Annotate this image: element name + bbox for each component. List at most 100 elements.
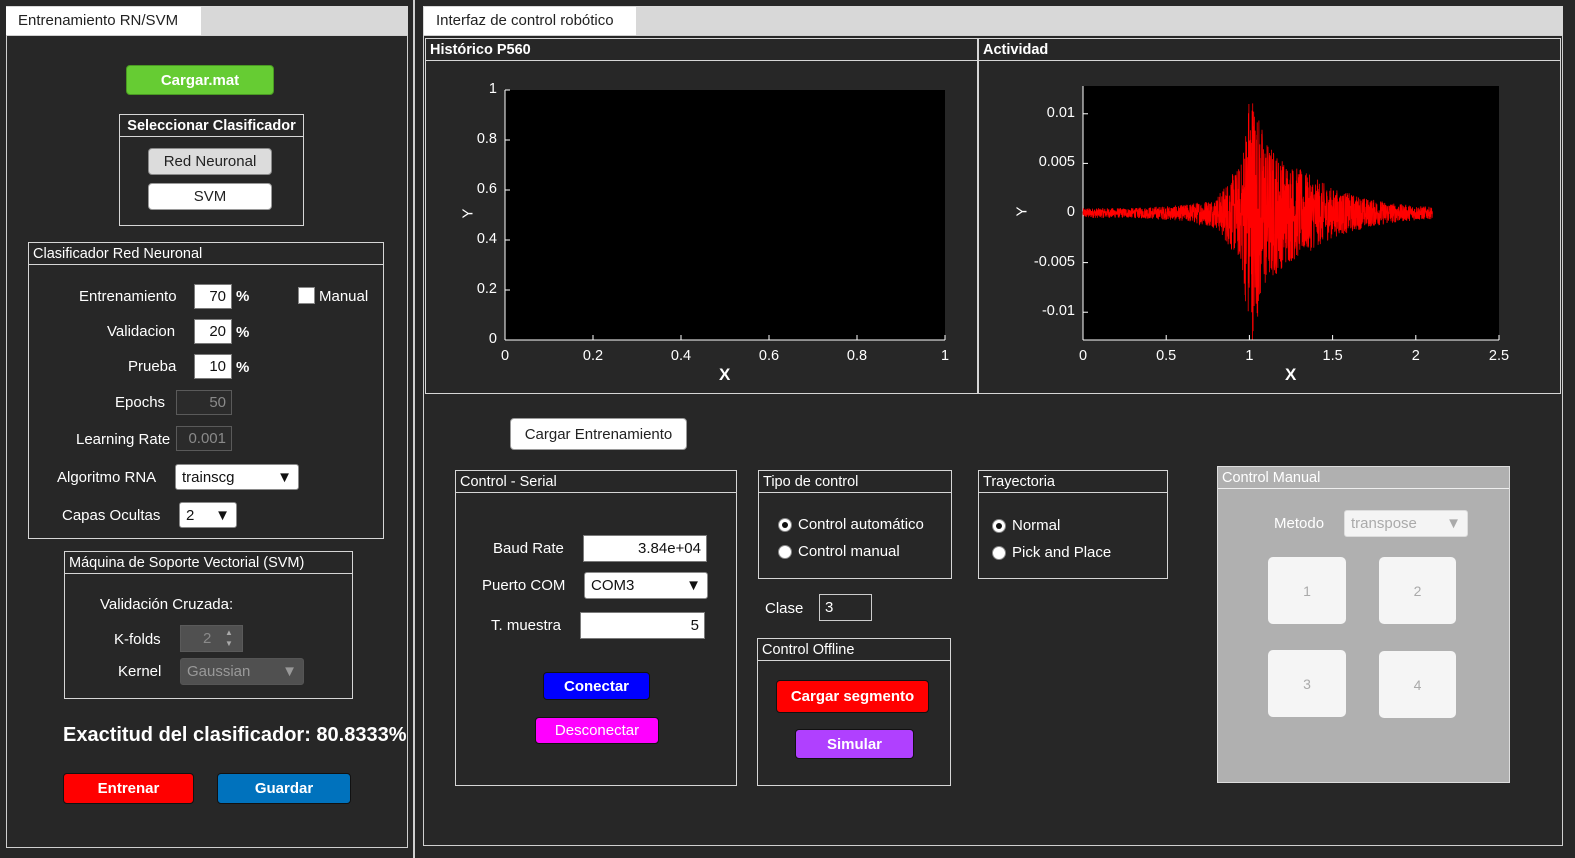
test-label: Prueba bbox=[128, 358, 177, 375]
method-value: transpose bbox=[1351, 515, 1417, 532]
radio-button[interactable] bbox=[778, 544, 792, 559]
com-port-label: Puerto COM bbox=[482, 577, 566, 594]
hidden-layers-value: 2 bbox=[186, 506, 195, 524]
radio-button-selected[interactable] bbox=[778, 517, 792, 532]
chart1-ylabel: Y bbox=[459, 208, 477, 219]
sample-time-label: T. muestra bbox=[491, 617, 562, 634]
chart2-ytick-label: 0.01 bbox=[1046, 104, 1075, 121]
chart1-ytick-label: 0.4 bbox=[476, 231, 497, 247]
chart2-xlabel: X bbox=[1285, 365, 1297, 384]
method-dropdown[interactable]: transpose ▼ bbox=[1344, 510, 1468, 537]
sample-time-input[interactable]: 5 bbox=[580, 612, 705, 639]
chart1-xtick-label: 0.8 bbox=[846, 348, 868, 364]
serial-title: Control - Serial bbox=[456, 471, 736, 493]
load-training-button[interactable]: Cargar Entrenamiento bbox=[510, 418, 687, 450]
chart2-ylabel: Y bbox=[1013, 206, 1031, 217]
radio-manual-label: Control manual bbox=[798, 543, 900, 560]
neural-network-button[interactable]: Red Neuronal bbox=[148, 148, 272, 175]
kfolds-value: 2 bbox=[203, 630, 212, 647]
validation-percent: % bbox=[236, 324, 250, 341]
chart1-ytick-label: 0.8 bbox=[476, 131, 497, 147]
manual-button-2[interactable]: 2 bbox=[1379, 557, 1456, 624]
accuracy-text: Exactitud del clasificador: 80.8333% bbox=[63, 724, 407, 746]
class-label: Clase bbox=[765, 600, 804, 617]
trajectory-title: Trayectoria bbox=[979, 471, 1167, 493]
chart1-xtick-label: 0.6 bbox=[758, 348, 780, 364]
baud-rate-input[interactable]: 3.84e+04 bbox=[583, 535, 707, 562]
kfolds-spinner[interactable]: 2 bbox=[180, 625, 243, 652]
radio-normal-label: Normal bbox=[1012, 517, 1061, 534]
com-port-dropdown[interactable]: COM3 ▼ bbox=[584, 572, 708, 599]
radio-auto-label: Control automático bbox=[798, 516, 924, 533]
validation-input[interactable]: 20 bbox=[194, 319, 232, 344]
chart1-xtick-label: 1 bbox=[941, 348, 950, 364]
test-percent: % bbox=[236, 359, 250, 376]
chart2-ytick-label: 0.005 bbox=[1038, 154, 1075, 171]
kernel-label: Kernel bbox=[118, 663, 162, 680]
radio-normal[interactable]: Normal bbox=[992, 517, 1060, 534]
plot2-title: Actividad bbox=[979, 39, 1560, 61]
chart2-ytick-label: -0.005 bbox=[1033, 253, 1075, 270]
test-input[interactable]: 10 bbox=[194, 354, 232, 379]
select-classifier-title: Seleccionar Clasificador bbox=[120, 115, 303, 137]
hidden-layers-dropdown[interactable]: 2 ▼ bbox=[179, 502, 237, 528]
manual-button-3[interactable]: 3 bbox=[1268, 650, 1346, 717]
validation-label: Validacion bbox=[107, 323, 176, 340]
class-input[interactable]: 3 bbox=[819, 594, 872, 621]
baud-rate-label: Baud Rate bbox=[493, 540, 564, 557]
tab-robot-control[interactable]: Interfaz de control robótico bbox=[424, 7, 636, 35]
learning-rate-input[interactable]: 0.001 bbox=[176, 426, 232, 451]
chart1-ytick-label: 0.2 bbox=[476, 281, 497, 297]
chart2-xtick-label: 0.5 bbox=[1156, 348, 1177, 364]
manual-checkbox[interactable] bbox=[298, 287, 315, 304]
algorithm-value: trainscg bbox=[182, 468, 235, 486]
train-button[interactable]: Entrenar bbox=[63, 773, 194, 804]
method-label: Metodo bbox=[1274, 515, 1325, 532]
radio-auto-control[interactable]: Control automático bbox=[778, 516, 924, 533]
save-button[interactable]: Guardar bbox=[217, 773, 351, 804]
epochs-label: Epochs bbox=[115, 394, 166, 411]
hidden-layers-label: Capas Ocultas bbox=[62, 507, 161, 524]
load-segment-button[interactable]: Cargar segmento bbox=[776, 680, 929, 713]
chart1-ytick-label: 1 bbox=[488, 81, 497, 97]
radio-pick-place[interactable]: Pick and Place bbox=[992, 544, 1111, 561]
manual-label: Manual bbox=[319, 288, 369, 305]
panel-divider[interactable] bbox=[413, 0, 415, 858]
training-label: Entrenamiento bbox=[79, 288, 177, 305]
chart1-ytick-label: 0 bbox=[488, 331, 497, 347]
chevron-down-icon: ▼ bbox=[686, 577, 701, 594]
algorithm-label: Algoritmo RNA bbox=[57, 469, 157, 486]
training-input[interactable]: 70 bbox=[194, 284, 232, 309]
connect-button[interactable]: Conectar bbox=[543, 672, 650, 700]
chart1-xtick-label: 0 bbox=[501, 348, 510, 364]
tab-training[interactable]: Entrenamiento RN/SVM bbox=[6, 7, 201, 35]
nn-classifier-title: Clasificador Red Neuronal bbox=[29, 243, 383, 265]
algorithm-dropdown[interactable]: trainscg ▼ bbox=[175, 464, 299, 490]
kfolds-label: K-folds bbox=[114, 631, 161, 648]
svm-panel-title: Máquina de Soporte Vectorial (SVM) bbox=[65, 552, 352, 574]
offline-title: Control Offline bbox=[758, 639, 950, 661]
radio-button[interactable] bbox=[992, 545, 1006, 560]
chevron-down-icon: ▼ bbox=[282, 663, 297, 680]
learning-rate-label: Learning Rate bbox=[76, 431, 171, 448]
chevron-down-icon: ▼ bbox=[277, 468, 292, 486]
plot1-title: Histórico P560 bbox=[426, 39, 977, 61]
spinner-arrows-icon[interactable]: ▲ ▼ bbox=[225, 627, 233, 649]
disconnect-button[interactable]: Desconectar bbox=[535, 717, 659, 744]
chart2-xtick-label: 2.5 bbox=[1488, 348, 1510, 364]
radio-button-selected[interactable] bbox=[992, 518, 1006, 533]
load-mat-button[interactable]: Cargar.mat bbox=[126, 65, 274, 95]
chart1-xlabel: X bbox=[719, 365, 731, 384]
svm-button[interactable]: SVM bbox=[148, 183, 272, 210]
manual-button-1[interactable]: 1 bbox=[1268, 557, 1346, 624]
manual-control-title: Control Manual bbox=[1218, 467, 1509, 489]
plot1-panel: Histórico P560 bbox=[425, 38, 978, 394]
manual-button-4[interactable]: 4 bbox=[1379, 651, 1456, 718]
radio-manual-control[interactable]: Control manual bbox=[778, 543, 900, 560]
kernel-value: Gaussian bbox=[187, 663, 251, 680]
chevron-down-icon: ▼ bbox=[215, 506, 230, 524]
radio-pick-label: Pick and Place bbox=[1012, 544, 1112, 561]
simulate-button[interactable]: Simular bbox=[795, 729, 914, 759]
kernel-dropdown[interactable]: Gaussian ▼ bbox=[180, 658, 304, 685]
epochs-input[interactable]: 50 bbox=[176, 390, 232, 415]
